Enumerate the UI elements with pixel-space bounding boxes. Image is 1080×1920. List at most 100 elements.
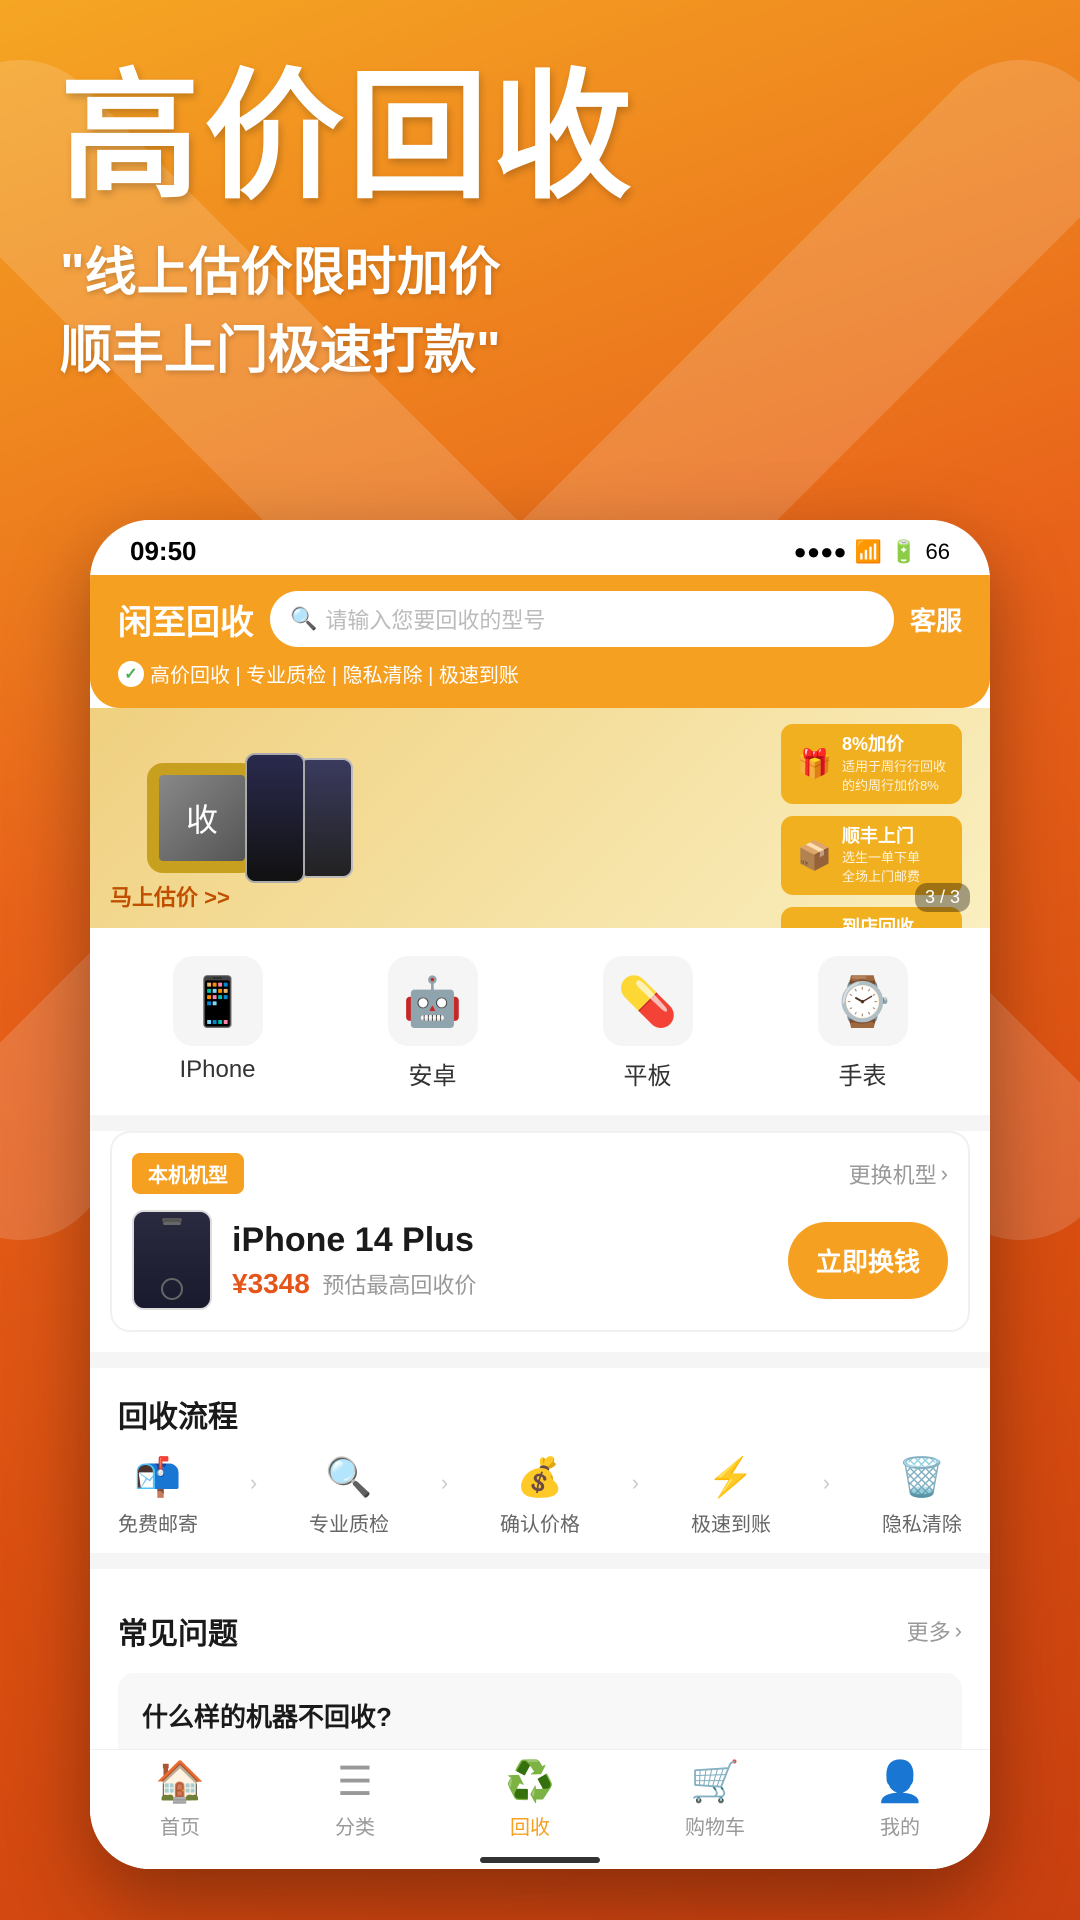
banner-badge-1: 🎁 8%加价 适用于周行行回收的约周行加价8% — [781, 724, 962, 804]
category-tablet-label: 平板 — [624, 1056, 672, 1091]
process-step-privacy: 🗑️ 隐私清除 — [882, 1456, 962, 1537]
device-price-label: 预估最高回收价 — [322, 1273, 476, 1298]
process-step-inspect: 🔍 专业质检 — [309, 1456, 389, 1537]
nav-home-label: 首页 — [160, 1811, 200, 1840]
banner-page-indicator: 3 / 3 — [915, 883, 970, 912]
hero-subtitle: "线上估价限时加价 顺丰上门极速打款" — [60, 234, 1020, 390]
device-card-header: 本机机型 更换机型 › — [132, 1153, 948, 1194]
recycle-icon: ♻️ — [505, 1758, 555, 1805]
category-tablet-icon: 💊 — [603, 956, 693, 1046]
customer-service-button[interactable]: 客服 — [910, 601, 962, 638]
hero-section: 高价回收 "线上估价限时加价 顺丰上门极速打款" — [60, 60, 1020, 390]
category-watch[interactable]: ⌚ 手表 — [818, 956, 908, 1091]
battery-icon: 🔋 — [890, 539, 917, 565]
device-pricing: ¥3348 预估最高回收价 — [232, 1268, 768, 1300]
process-section: 回收流程 📬 免费邮寄 › 🔍 专业质检 › 💰 确认价格 › ⚡ 极速到账 › — [90, 1368, 990, 1553]
category-section: 📱 IPhone 🤖 安卓 💊 平板 ⌚ 手表 — [90, 928, 990, 1115]
badge-2-icon: 📦 — [797, 839, 832, 872]
divider-2 — [90, 1352, 990, 1368]
trade-now-button[interactable]: 立即换钱 — [788, 1222, 948, 1299]
nav-cart[interactable]: 🛒 购物车 — [685, 1758, 745, 1840]
home-indicator — [480, 1857, 600, 1863]
status-time: 09:50 — [130, 536, 197, 567]
price-icon: 💰 — [516, 1456, 563, 1500]
nav-home[interactable]: 🏠 首页 — [155, 1758, 205, 1840]
nav-category-label: 分类 — [335, 1811, 375, 1840]
wifi-icon: 📶 — [855, 539, 882, 565]
step-inspect-label: 专业质检 — [309, 1508, 389, 1537]
category-android-icon: 🤖 — [388, 956, 478, 1046]
search-bar[interactable]: 🔍 请输入您要回收的型号 — [270, 591, 894, 647]
faq-title: 常见问题 — [118, 1609, 238, 1653]
badge-1-sub: 适用于周行行回收的约周行加价8% — [842, 756, 946, 794]
device-row: iPhone 14 Plus ¥3348 预估最高回收价 立即换钱 — [132, 1210, 948, 1310]
nav-cart-label: 购物车 — [685, 1811, 745, 1840]
badge-1-icon: 🎁 — [797, 747, 832, 780]
nav-profile[interactable]: 👤 我的 — [875, 1758, 925, 1840]
signal-icon: ●●●● — [794, 539, 847, 565]
process-step-price: 💰 确认价格 — [500, 1456, 580, 1537]
device-card: 本机机型 更换机型 › iPhone 14 Plus ¥3348 预估最高回收价… — [110, 1131, 970, 1332]
privacy-icon: 🗑️ — [898, 1456, 945, 1500]
step-mail-label: 免费邮寄 — [118, 1508, 198, 1537]
step-price-label: 确认价格 — [500, 1508, 580, 1537]
header-tags: ✓ 高价回收 | 专业质检 | 隐私清除 | 极速到账 — [118, 659, 962, 688]
badge-2-sub: 选生一单下单全场上门邮费 — [842, 847, 920, 885]
category-android-label: 安卓 — [409, 1056, 457, 1091]
check-icon: ✓ — [118, 661, 144, 687]
banner-section[interactable]: 收 🎁 8%加价 适用于周行行回收的约周行加价8% 📦 顺丰上门 选生一单下单全… — [90, 708, 990, 928]
mail-icon: 📬 — [134, 1456, 181, 1500]
process-title: 回收流程 — [118, 1392, 962, 1436]
payment-icon: ⚡ — [707, 1456, 754, 1500]
phone-mockup: 09:50 ●●●● 📶 🔋 66 闲至回收 🔍 请输入您要回收的型号 客服 ✓… — [90, 520, 990, 1869]
app-logo: 闲至回收 — [118, 595, 254, 644]
faq-header: 常见问题 更多 › — [118, 1609, 962, 1653]
page-counter: 3 / 3 — [915, 883, 970, 912]
faq-question: 什么样的机器不回收? — [142, 1697, 938, 1734]
process-step-payment: ⚡ 极速到账 — [691, 1456, 771, 1537]
step-arrow-1: › — [250, 1470, 257, 1496]
category-watch-label: 手表 — [839, 1056, 887, 1091]
badge-3-text: 到店回收 — [842, 917, 914, 928]
cart-icon: 🛒 — [690, 1758, 740, 1805]
app-header: 闲至回收 🔍 请输入您要回收的型号 客服 ✓ 高价回收 | 专业质检 | 隐私清… — [90, 575, 990, 708]
device-price: ¥3348 — [232, 1268, 310, 1299]
banner-cta[interactable]: 马上估价 >> — [110, 880, 230, 912]
local-device-tag: 本机机型 — [132, 1153, 244, 1194]
nav-recycle[interactable]: ♻️ 回收 — [505, 1758, 555, 1840]
step-privacy-label: 隐私清除 — [882, 1508, 962, 1537]
category-tablet[interactable]: 💊 平板 — [603, 956, 693, 1091]
search-placeholder: 请输入您要回收的型号 — [325, 603, 545, 635]
process-steps: 📬 免费邮寄 › 🔍 专业质检 › 💰 确认价格 › ⚡ 极速到账 › 🗑️ 隐… — [118, 1456, 962, 1537]
nav-profile-label: 我的 — [880, 1811, 920, 1840]
category-iphone[interactable]: 📱 IPhone — [173, 956, 263, 1091]
status-icons: ●●●● 📶 🔋 66 — [794, 539, 950, 565]
category-android[interactable]: 🤖 安卓 — [388, 956, 478, 1091]
home-icon: 🏠 — [155, 1758, 205, 1805]
inspect-icon: 🔍 — [325, 1456, 372, 1500]
chevron-right-icon: › — [941, 1161, 948, 1187]
nav-category[interactable]: ☰ 分类 — [335, 1759, 375, 1840]
category-icon: ☰ — [337, 1759, 373, 1805]
status-bar: 09:50 ●●●● 📶 🔋 66 — [90, 520, 990, 575]
step-payment-label: 极速到账 — [691, 1508, 771, 1537]
nav-recycle-label: 回收 — [510, 1811, 550, 1840]
device-thumbnail — [132, 1210, 212, 1310]
process-step-mail: 📬 免费邮寄 — [118, 1456, 198, 1537]
app-header-top: 闲至回收 🔍 请输入您要回收的型号 客服 — [118, 591, 962, 647]
step-arrow-4: › — [823, 1470, 830, 1496]
step-arrow-3: › — [632, 1470, 639, 1496]
badge-2-text: 顺丰上门 — [842, 826, 920, 848]
change-device-button[interactable]: 更换机型 › — [849, 1158, 948, 1190]
category-iphone-label: IPhone — [179, 1056, 255, 1084]
device-name: iPhone 14 Plus — [232, 1221, 768, 1260]
step-arrow-2: › — [441, 1470, 448, 1496]
badge-1-text: 8%加价 — [842, 734, 946, 756]
divider-1 — [90, 1115, 990, 1131]
faq-more-button[interactable]: 更多 › — [907, 1615, 962, 1647]
search-icon: 🔍 — [290, 606, 317, 632]
hero-title: 高价回收 — [60, 60, 1020, 214]
category-watch-icon: ⌚ — [818, 956, 908, 1046]
profile-icon: 👤 — [875, 1758, 925, 1805]
category-iphone-icon: 📱 — [173, 956, 263, 1046]
